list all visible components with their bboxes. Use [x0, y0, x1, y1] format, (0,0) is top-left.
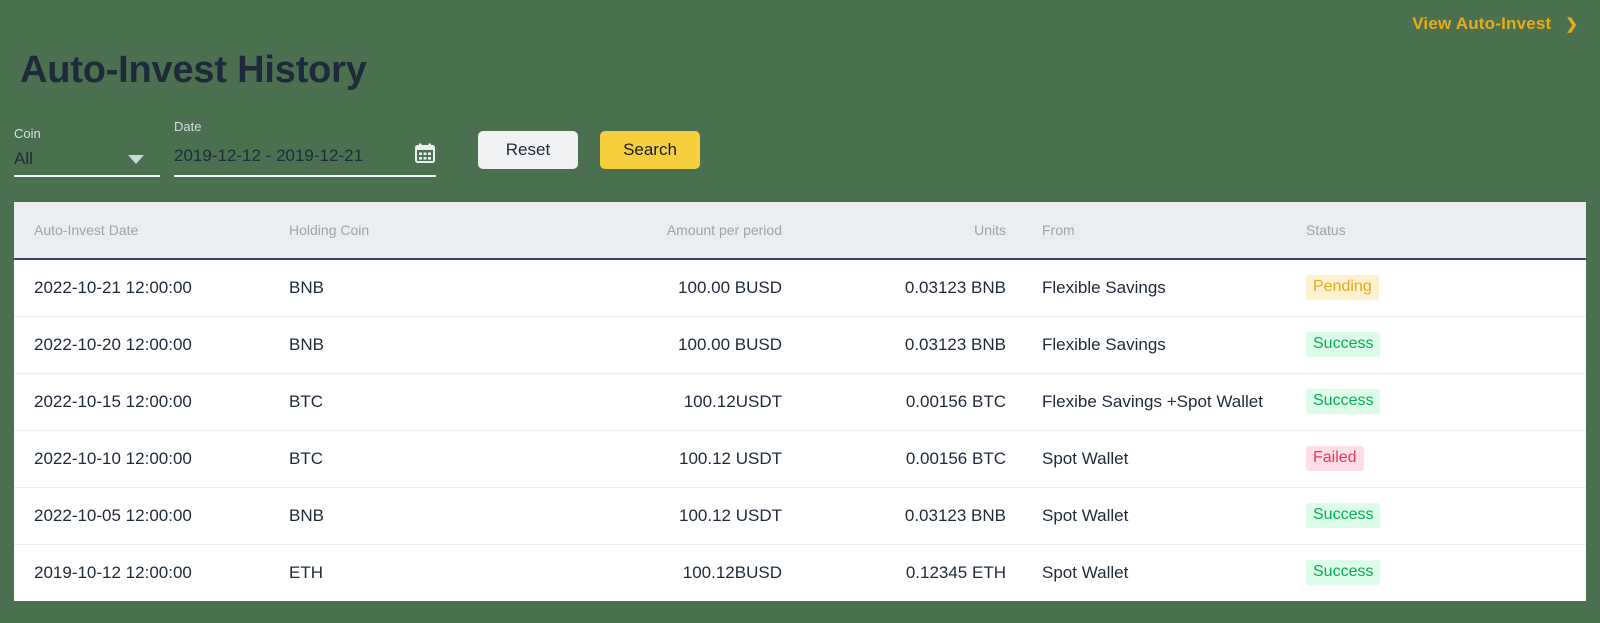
cell-coin: BNB	[269, 259, 604, 317]
column-header-coin: Holding Coin	[269, 202, 604, 260]
table-row: 2022-10-15 12:00:00 BTC 100.12USDT 0.00156 …	[14, 373, 1586, 431]
status-badge: Success	[1306, 388, 1381, 415]
cell-units: 0.00156 BTC	[794, 430, 1024, 488]
auto-invest-history-table: Auto-Invest Date Holding Coin Amount per…	[14, 202, 1586, 601]
column-header-units: Units	[794, 202, 1024, 260]
cell-date: 2022-10-21 12:00:00	[14, 259, 269, 317]
cell-status: Success	[1284, 316, 1586, 374]
search-button[interactable]: Search	[600, 131, 700, 169]
cell-coin: BTC	[269, 430, 604, 488]
status-badge: Pending	[1306, 275, 1379, 301]
cell-amount: 100.12 USDT	[604, 430, 794, 488]
cell-amount: 100.12 USDT	[604, 487, 794, 545]
status-badge: Success	[1306, 502, 1381, 529]
table-row: 2022-10-10 12:00:00 BTC 100.12 USDT 0.00156…	[14, 430, 1586, 488]
status-badge: Failed	[1306, 445, 1364, 472]
cell-status: Success	[1284, 487, 1586, 545]
coin-select[interactable]: All	[14, 149, 160, 177]
date-range-input[interactable]: 2019-12-12 - 2019-12-21	[174, 142, 436, 177]
reset-button[interactable]: Reset	[478, 131, 578, 169]
calendar-icon[interactable]	[414, 142, 436, 169]
date-range-value: 2019-12-12 - 2019-12-21	[174, 145, 364, 165]
table-body: 2022-10-21 12:00:00 BNB 100.00 BUSD 0.03123…	[14, 259, 1586, 601]
column-header-status: Status	[1284, 202, 1586, 260]
table-head: Auto-Invest Date Holding Coin Amount per…	[14, 202, 1586, 260]
view-auto-invest-link[interactable]: View Auto-Invest ❯	[1412, 14, 1578, 34]
cell-from: Spot Wallet	[1024, 487, 1284, 545]
cell-date: 2022-10-15 12:00:00	[14, 373, 269, 431]
chevron-right-icon: ❯	[1565, 15, 1578, 33]
filter-bar: Coin All Date 2019-12-12 - 2019-12-21 Re…	[14, 120, 700, 177]
cell-coin: BNB	[269, 316, 604, 374]
cell-units: 0.12345 ETH	[794, 544, 1024, 601]
column-header-date: Auto-Invest Date	[14, 202, 269, 260]
cell-units: 0.03123 BNB	[794, 487, 1024, 545]
history-table-container: Auto-Invest Date Holding Coin Amount per…	[14, 202, 1586, 601]
coin-filter-label: Coin	[14, 126, 41, 141]
cell-amount: 100.00 BUSD	[604, 316, 794, 374]
cell-from: Flexibe Savings +Spot Wallet	[1024, 373, 1284, 431]
status-badge: Success	[1306, 560, 1381, 586]
cell-from: Flexible Savings	[1024, 259, 1284, 317]
cell-from: Spot Wallet	[1024, 430, 1284, 488]
cell-date: 2022-10-05 12:00:00	[14, 487, 269, 545]
column-header-amount: Amount per period	[604, 202, 794, 260]
table-header-row: Auto-Invest Date Holding Coin Amount per…	[14, 202, 1586, 260]
table-row: 2022-10-20 12:00:00 BNB 100.00 BUSD 0.03123…	[14, 316, 1586, 374]
cell-date: 2019-10-12 12:00:00	[14, 544, 269, 601]
column-header-from: From	[1024, 202, 1284, 260]
view-auto-invest-label: View Auto-Invest	[1412, 14, 1552, 33]
table-row: 2019-10-12 12:00:00 ETH 100.12BUSD 0.12345 …	[14, 544, 1586, 601]
cell-from: Spot Wallet	[1024, 544, 1284, 601]
cell-units: 0.03123 BNB	[794, 259, 1024, 317]
coin-filter[interactable]: Coin All	[14, 127, 160, 177]
cell-amount: 100.12USDT	[604, 373, 794, 431]
cell-date: 2022-10-10 12:00:00	[14, 430, 269, 488]
cell-amount: 100.00 BUSD	[604, 259, 794, 317]
date-filter-label: Date	[174, 119, 202, 134]
table-row: 2022-10-05 12:00:00 BNB 100.12 USDT 0.03123…	[14, 487, 1586, 545]
cell-status: Success	[1284, 373, 1586, 431]
cell-coin: BTC	[269, 373, 604, 431]
cell-coin: ETH	[269, 544, 604, 601]
date-filter[interactable]: Date 2019-12-12 - 2019-12-21	[174, 120, 436, 177]
cell-units: 0.03123 BNB	[794, 316, 1024, 374]
cell-status: Success	[1284, 544, 1586, 601]
page-title: Auto-Invest History	[20, 49, 367, 91]
cell-units: 0.00156 BTC	[794, 373, 1024, 431]
cell-status: Failed	[1284, 430, 1586, 488]
cell-amount: 100.12BUSD	[604, 544, 794, 601]
chevron-down-icon	[128, 154, 144, 164]
cell-coin: BNB	[269, 487, 604, 545]
status-badge: Success	[1306, 331, 1381, 358]
cell-date: 2022-10-20 12:00:00	[14, 316, 269, 374]
cell-from: Flexible Savings	[1024, 316, 1284, 374]
cell-status: Pending	[1284, 259, 1586, 317]
table-row: 2022-10-21 12:00:00 BNB 100.00 BUSD 0.03123…	[14, 259, 1586, 317]
coin-select-value: All	[14, 149, 33, 168]
